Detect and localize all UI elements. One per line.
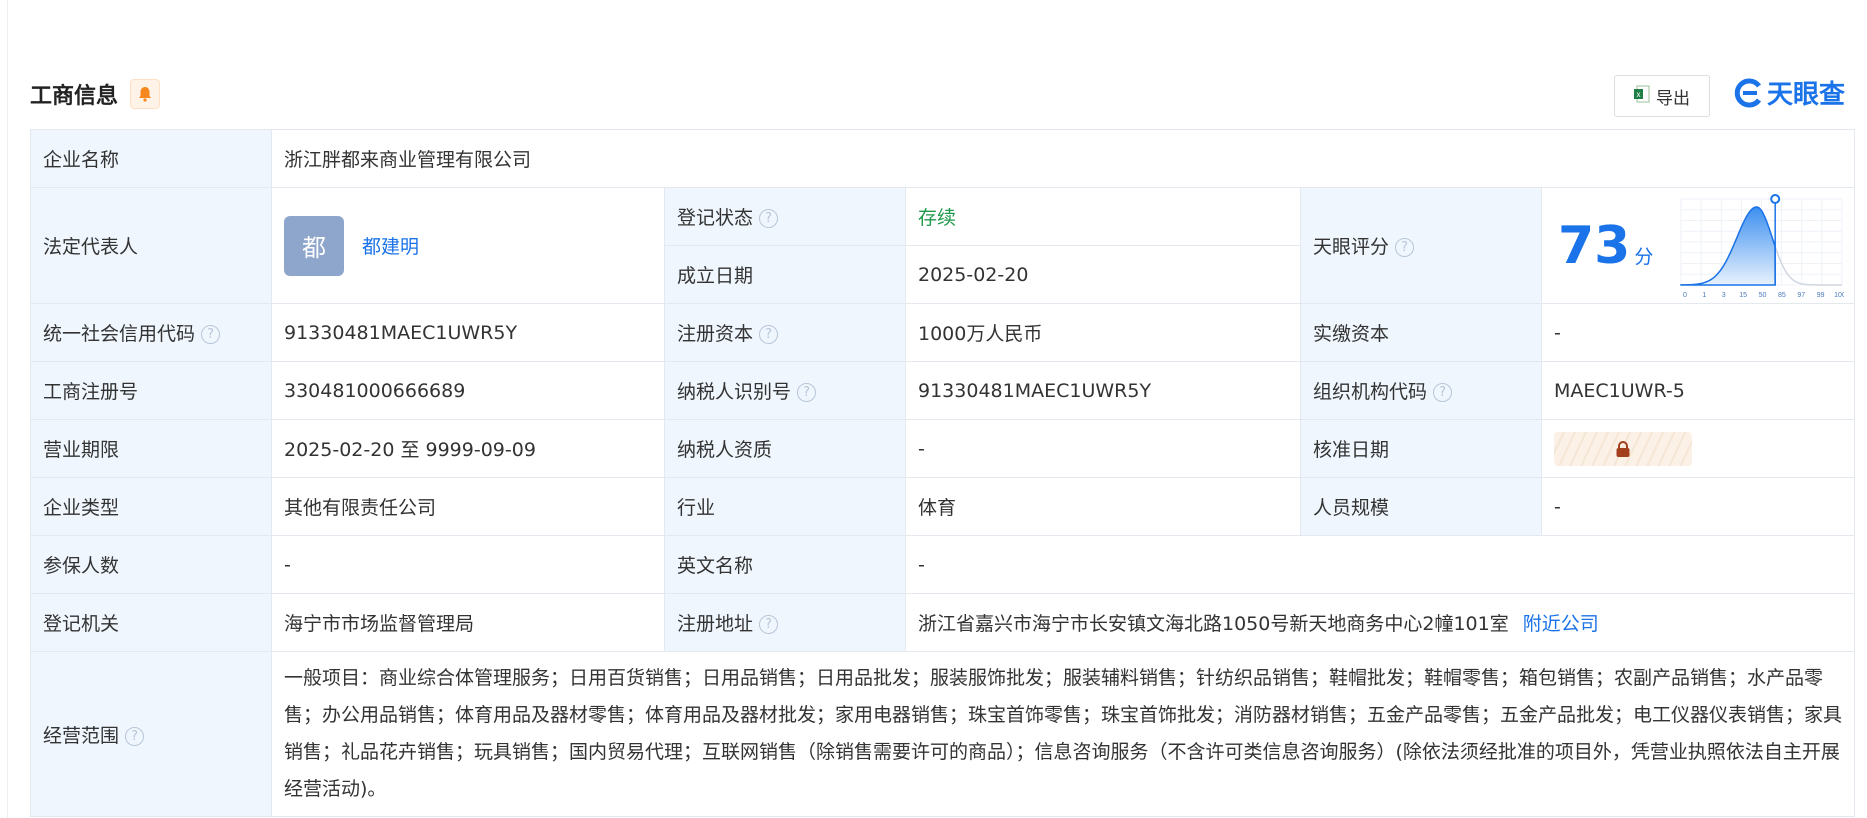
insured: - bbox=[271, 535, 665, 594]
company-type: 其他有限责任公司 bbox=[271, 477, 665, 536]
label-taxpayer-qual: 纳税人资质 bbox=[664, 419, 906, 478]
label-reg-status: 登记状态? bbox=[664, 187, 906, 246]
label-text: 经营范围 bbox=[43, 724, 120, 747]
label-text: 统一社会信用代码 bbox=[43, 323, 196, 345]
export-button[interactable]: x 导出 bbox=[1614, 75, 1710, 117]
score-area bbox=[1680, 205, 1777, 286]
avatar[interactable]: 都 bbox=[284, 215, 344, 276]
help-icon[interactable]: ? bbox=[759, 325, 779, 344]
logo-text: 天眼查 bbox=[1767, 80, 1846, 110]
legal-rep-link[interactable]: 都建明 bbox=[362, 236, 419, 258]
x-tick-label: 0 bbox=[1683, 292, 1687, 299]
label-text: 组织机构代码 bbox=[1313, 381, 1428, 403]
x-tick-label: 99 bbox=[1817, 292, 1825, 299]
section-title: 工商信息 bbox=[30, 84, 119, 109]
label-credit-code: 统一社会信用代码? bbox=[30, 303, 272, 362]
x-tick-label: 3 bbox=[1722, 292, 1726, 299]
x-tick-label: 97 bbox=[1797, 292, 1805, 299]
taxpayer-qual: - bbox=[905, 419, 1301, 478]
term: 2025-02-20 至 9999-09-09 bbox=[271, 419, 665, 478]
tianyancha-logo[interactable]: 天眼查 bbox=[1733, 74, 1845, 111]
bell-icon[interactable] bbox=[130, 79, 161, 109]
english-name: - bbox=[904, 535, 1856, 594]
help-icon[interactable]: ? bbox=[797, 383, 817, 402]
label-org-code: 组织机构代码? bbox=[1300, 361, 1542, 420]
staff-size: - bbox=[1540, 477, 1856, 536]
x-tick-label: 1 bbox=[1702, 292, 1706, 299]
label-text: 天眼评分 bbox=[1313, 236, 1390, 258]
lock-icon bbox=[1616, 440, 1630, 457]
help-icon[interactable]: ? bbox=[201, 325, 221, 344]
found-date: 2025-02-20 bbox=[905, 245, 1301, 304]
legal-rep-cell: 都 都建明 bbox=[271, 187, 665, 304]
label-authority: 登记机关 bbox=[30, 593, 272, 652]
label-found-date: 成立日期 bbox=[664, 245, 906, 304]
label-reg-capital: 注册资本? bbox=[664, 303, 906, 362]
org-code: MAEC1UWR-5 bbox=[1540, 361, 1856, 420]
left-border bbox=[0, 0, 8, 818]
label-company-name: 企业名称 bbox=[30, 129, 272, 188]
score-value: 73 bbox=[1558, 215, 1631, 276]
authority: 海宁市市场监督管理局 bbox=[271, 593, 665, 652]
label-score: 天眼评分? bbox=[1300, 187, 1542, 304]
address-cell: 浙江省嘉兴市海宁市长安镇文海北路1050号新天地商务中心2幢101室 附近公司 bbox=[904, 593, 1856, 652]
locked-value-button[interactable] bbox=[1554, 431, 1692, 466]
score-unit: 分 bbox=[1634, 245, 1654, 268]
svg-text:x: x bbox=[1637, 90, 1641, 99]
taxpayer-id: 91330481MAEC1UWR5Y bbox=[905, 361, 1301, 420]
label-legal-rep: 法定代表人 bbox=[30, 187, 272, 304]
label-text: 登记状态 bbox=[677, 207, 754, 229]
label-staff-size: 人员规模 bbox=[1300, 477, 1542, 536]
label-company-type: 企业类型 bbox=[30, 477, 272, 536]
score-distribution-chart: 0 1 3 15 50 85 97 99 100 bbox=[1680, 193, 1844, 299]
label-text: 纳税人识别号 bbox=[677, 381, 792, 403]
help-icon[interactable]: ? bbox=[1395, 238, 1415, 257]
business-scope: 一般项目：商业综合体管理服务；日用百货销售；日用品销售；日用品批发；服装服饰批发… bbox=[270, 651, 1856, 817]
business-info-table: 企业名称 浙江胖都来商业管理有限公司 法定代表人 都 都建明 登记状态? 存续 … bbox=[30, 129, 1856, 817]
credit-code: 91330481MAEC1UWR5Y bbox=[271, 303, 665, 362]
label-text: 注册地址 bbox=[677, 613, 754, 635]
label-term: 营业期限 bbox=[30, 419, 272, 478]
label-insured: 参保人数 bbox=[30, 535, 272, 594]
label-text: 注册资本 bbox=[677, 323, 754, 345]
label-address: 注册地址? bbox=[664, 593, 906, 652]
x-tick-label: 100 bbox=[1834, 292, 1844, 299]
approve-date-cell bbox=[1540, 419, 1856, 478]
x-tick-label: 15 bbox=[1739, 292, 1747, 299]
reg-capital: 1000万人民币 bbox=[905, 303, 1301, 362]
help-icon[interactable]: ? bbox=[125, 726, 145, 746]
reg-status: 存续 bbox=[905, 187, 1301, 246]
label-paid-capital: 实缴资本 bbox=[1300, 303, 1542, 362]
export-label: 导出 bbox=[1656, 88, 1690, 109]
address: 浙江省嘉兴市海宁市长安镇文海北路1050号新天地商务中心2幢101室 bbox=[918, 613, 1509, 635]
label-scope: 经营范围? bbox=[30, 651, 272, 817]
label-reg-no: 工商注册号 bbox=[30, 361, 272, 420]
score-cell: 73 分 0 1 3 15 50 85 97 99 100 bbox=[1540, 187, 1856, 304]
logo-icon bbox=[1734, 78, 1762, 107]
nearby-companies-link[interactable]: 附近公司 bbox=[1523, 613, 1599, 635]
score-marker-pin bbox=[1770, 193, 1781, 204]
excel-icon: x bbox=[1634, 85, 1650, 108]
section-header: 工商信息 bbox=[30, 74, 161, 114]
help-icon[interactable]: ? bbox=[1433, 383, 1453, 402]
label-english-name: 英文名称 bbox=[664, 535, 906, 594]
help-icon[interactable]: ? bbox=[759, 615, 779, 634]
label-taxpayer-id: 纳税人识别号? bbox=[664, 361, 906, 420]
help-icon[interactable]: ? bbox=[759, 209, 779, 228]
industry: 体育 bbox=[905, 477, 1301, 536]
x-tick-label: 85 bbox=[1778, 292, 1786, 299]
paid-capital: - bbox=[1540, 303, 1856, 362]
company-name: 浙江胖都来商业管理有限公司 bbox=[270, 129, 1856, 188]
label-approve-date: 核准日期 bbox=[1300, 419, 1542, 478]
reg-no: 330481000666689 bbox=[271, 361, 665, 420]
label-industry: 行业 bbox=[664, 477, 906, 536]
x-tick-label: 50 bbox=[1759, 292, 1767, 299]
